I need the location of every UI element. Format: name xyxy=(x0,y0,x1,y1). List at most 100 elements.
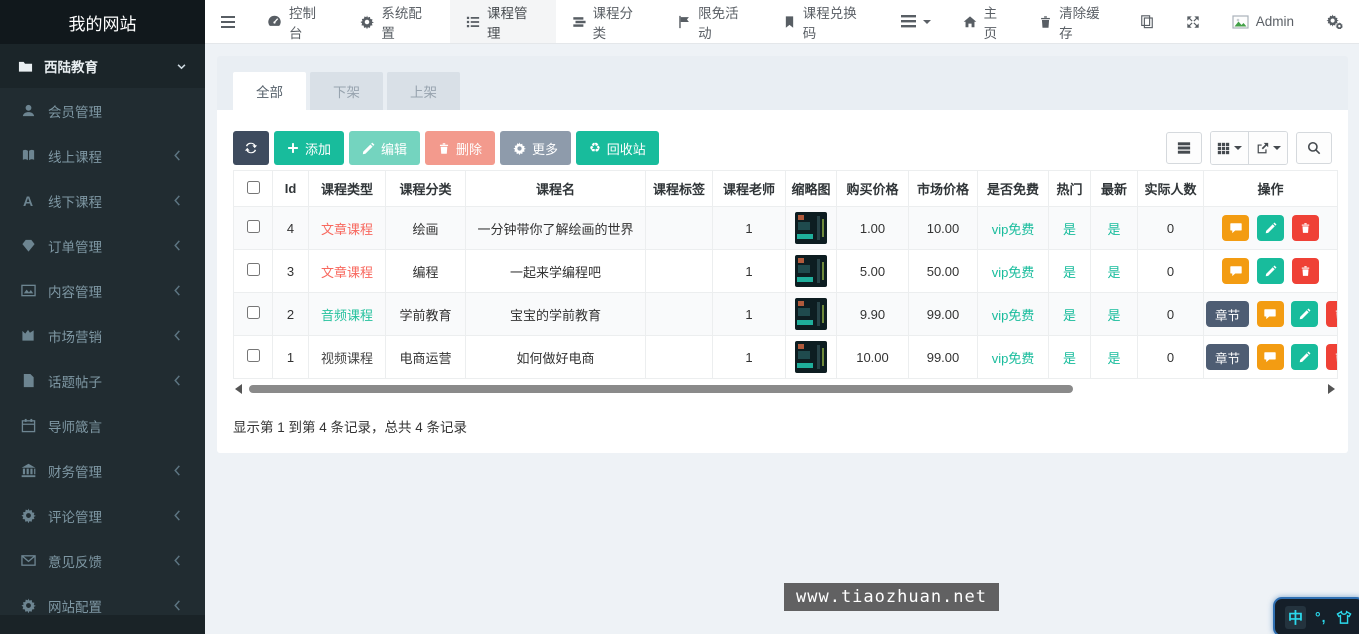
sidebar-item-feedback[interactable]: 意见反馈 xyxy=(0,538,205,583)
sidebar-item-mentor-quotes[interactable]: 导师箴言 xyxy=(0,403,205,448)
tab-all[interactable]: 全部 xyxy=(233,72,306,110)
button-label: 更多 xyxy=(532,139,558,158)
edit-row-button[interactable] xyxy=(1291,301,1318,327)
row-checkbox[interactable] xyxy=(247,263,260,276)
sidebar-item-content[interactable]: 内容管理 xyxy=(0,268,205,313)
nav-fullscreen[interactable] xyxy=(1170,0,1216,43)
sidebar-section-school[interactable]: 西陆教育 xyxy=(0,44,205,88)
comment-button[interactable] xyxy=(1257,344,1284,370)
bank-icon xyxy=(20,463,36,478)
nav-user[interactable]: Admin xyxy=(1216,0,1310,43)
edit-button[interactable]: 编辑 xyxy=(349,131,420,165)
nav-check-update[interactable] xyxy=(1124,0,1170,43)
nav-menu-dropdown[interactable] xyxy=(885,0,947,43)
nav-system-config[interactable]: 系统配置 xyxy=(344,0,450,43)
sidebar-item-online-courses[interactable]: 线上课程 xyxy=(0,133,205,178)
sidebar-item-marketing[interactable]: 市场营销 xyxy=(0,313,205,358)
tab-off-shelf[interactable]: 下架 xyxy=(310,72,383,110)
columns-dropdown-button[interactable] xyxy=(1211,132,1249,164)
ime-punctuation-button[interactable]: °, xyxy=(1315,609,1327,625)
add-button[interactable]: 添加 xyxy=(274,131,344,165)
search-button[interactable] xyxy=(1296,132,1332,164)
cell-new[interactable]: 是 xyxy=(1091,250,1138,293)
course-thumbnail[interactable] xyxy=(795,298,827,330)
nav-label: 课程管理 xyxy=(487,2,540,42)
detail-view-button[interactable] xyxy=(1166,132,1202,164)
caret-down-icon xyxy=(1234,146,1242,150)
delete-button[interactable]: 删除 xyxy=(425,131,495,165)
sidebar-item-offline-courses[interactable]: A 线下课程 xyxy=(0,178,205,223)
cell-teacher: 1 xyxy=(713,207,786,250)
row-checkbox[interactable] xyxy=(247,220,260,233)
cell-free[interactable]: vip免费 xyxy=(978,336,1049,379)
cell-free[interactable]: vip免费 xyxy=(978,207,1049,250)
cell-new[interactable]: 是 xyxy=(1091,207,1138,250)
nav-course-management[interactable]: 课程管理 xyxy=(450,0,556,43)
more-button[interactable]: 更多 xyxy=(500,131,571,165)
sidebar-toggle-button[interactable] xyxy=(205,0,251,43)
chevron-left-icon xyxy=(169,375,185,386)
cell-hot[interactable]: 是 xyxy=(1049,250,1091,293)
cell-hot[interactable]: 是 xyxy=(1049,336,1091,379)
col-header: 缩略图 xyxy=(786,171,837,207)
course-thumbnail[interactable] xyxy=(795,255,827,287)
comment-button[interactable] xyxy=(1257,301,1284,327)
chapter-button[interactable]: 章节 xyxy=(1206,344,1249,370)
edit-row-button[interactable] xyxy=(1257,215,1284,241)
course-thumbnail[interactable] xyxy=(795,212,827,244)
row-checkbox[interactable] xyxy=(247,349,260,362)
delete-row-button[interactable] xyxy=(1326,301,1338,327)
recycle-bin-button[interactable]: ♻ 回收站 xyxy=(576,131,659,165)
nav-clear-cache[interactable]: 清除缓存 xyxy=(1023,0,1124,43)
nav-free-activities[interactable]: 限免活动 xyxy=(661,0,767,43)
cell-market-price: 99.00 xyxy=(909,293,978,336)
nav-dashboard[interactable]: 控制台 xyxy=(251,0,344,43)
cell-free[interactable]: vip免费 xyxy=(978,293,1049,336)
chapter-button[interactable]: 章节 xyxy=(1206,301,1249,327)
ime-toolbar[interactable]: 中 °, xyxy=(1273,597,1359,634)
sidebar-item-orders[interactable]: 订单管理 xyxy=(0,223,205,268)
select-all-checkbox[interactable] xyxy=(247,181,260,194)
delete-row-button[interactable] xyxy=(1292,215,1319,241)
nav-course-categories[interactable]: 课程分类 xyxy=(556,0,662,43)
ime-skin-icon[interactable] xyxy=(1336,610,1352,625)
cell-buy-price: 9.90 xyxy=(837,293,909,336)
nav-redeem-codes[interactable]: 课程兑换码 xyxy=(767,0,885,43)
sidebar-item-finance[interactable]: 财务管理 xyxy=(0,448,205,493)
cell-new[interactable]: 是 xyxy=(1091,293,1138,336)
comment-button[interactable] xyxy=(1222,258,1249,284)
row-checkbox[interactable] xyxy=(247,306,260,319)
edit-row-button[interactable] xyxy=(1291,344,1318,370)
sidebar-item-members[interactable]: 会员管理 xyxy=(0,88,205,133)
col-header: 市场价格 xyxy=(909,171,978,207)
tab-on-shelf[interactable]: 上架 xyxy=(387,72,460,110)
cell-hot[interactable]: 是 xyxy=(1049,293,1091,336)
cell-category: 绘画 xyxy=(386,207,466,250)
cell-market-price: 10.00 xyxy=(909,207,978,250)
scroll-left-arrow-icon[interactable] xyxy=(235,384,242,394)
cell-hot[interactable]: 是 xyxy=(1049,207,1091,250)
delete-row-button[interactable] xyxy=(1326,344,1338,370)
cell-new[interactable]: 是 xyxy=(1091,336,1138,379)
edit-row-button[interactable] xyxy=(1257,258,1284,284)
delete-row-button[interactable] xyxy=(1292,258,1319,284)
scrollbar-thumb[interactable] xyxy=(249,385,1073,393)
refresh-button[interactable] xyxy=(233,131,269,165)
sidebar-item-topics[interactable]: 话题帖子 xyxy=(0,358,205,403)
sidebar-item-label: 线上课程 xyxy=(48,146,102,166)
sidebar-item-comments[interactable]: 评论管理 xyxy=(0,493,205,538)
image-icon xyxy=(20,283,36,298)
course-thumbnail[interactable] xyxy=(795,341,827,373)
col-header: 是否免费 xyxy=(978,171,1049,207)
export-dropdown-button[interactable] xyxy=(1249,132,1287,164)
chevron-left-icon xyxy=(169,285,185,296)
nav-label: 限免活动 xyxy=(698,2,751,42)
gear-icon xyxy=(20,598,36,613)
nav-settings[interactable] xyxy=(1310,0,1359,43)
scroll-right-arrow-icon[interactable] xyxy=(1328,384,1335,394)
ime-language-button[interactable]: 中 xyxy=(1285,606,1306,629)
col-header: 操作 xyxy=(1204,171,1338,207)
comment-button[interactable] xyxy=(1222,215,1249,241)
nav-home[interactable]: 主页 xyxy=(947,0,1023,43)
cell-free[interactable]: vip免费 xyxy=(978,250,1049,293)
